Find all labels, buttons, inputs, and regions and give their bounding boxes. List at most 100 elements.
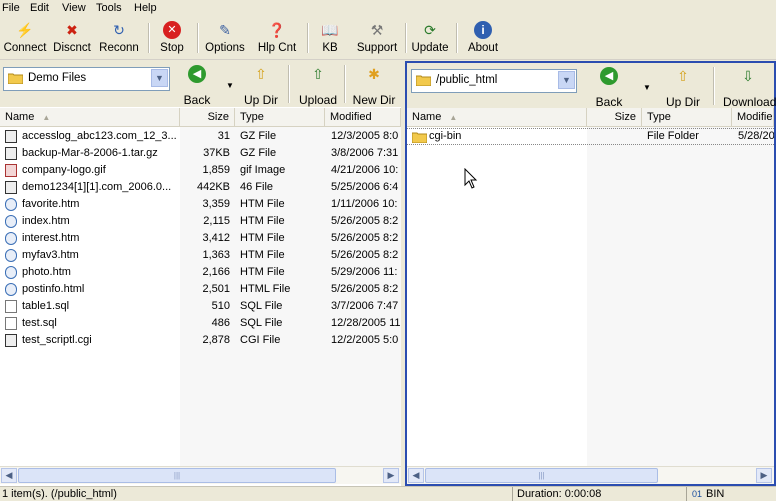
download-button[interactable]: ⇩ Download [723,65,776,109]
column-modified[interactable]: Modified [325,108,401,126]
toolbar-separator [288,65,290,103]
file-type: CGI File [240,334,281,346]
file-row[interactable]: company-logo.gif 1,859 gif Image 4/21/2006 … [0,162,401,179]
local-column-header: Name ▲ Size Type Modified [0,108,401,127]
toolbar-separator [405,23,407,53]
stop-icon: ✕ [163,21,181,39]
file-name: postinfo.html [22,283,85,295]
menu-view[interactable]: View [61,1,87,16]
options-button[interactable]: ✎ Options [204,19,246,57]
file-modified: 12/28/2005 11 [331,317,401,329]
scroll-left-icon[interactable]: ◀ [408,468,424,483]
mouse-cursor-icon [464,168,478,189]
status-duration: Duration: 0:00:08 [517,488,602,500]
sort-asc-icon: ▲ [42,113,51,122]
gz-file-icon [5,147,17,160]
file-name: test.sql [22,317,57,329]
disconnect-icon: ✖ [66,22,78,38]
file-size: 2,115 [203,215,230,227]
local-folder-select[interactable]: Demo Files ▼ [3,67,170,91]
back-dropdown-icon[interactable]: ▼ [643,83,651,92]
local-back-button[interactable]: ◀ Back [181,63,213,107]
support-button[interactable]: ⚒ Support [355,19,399,57]
file-name: demo1234[1][1].com_2006.0... [22,181,172,193]
file-row[interactable]: backup-Mar-8-2006-1.tar.gz 37KB GZ File 3/8… [0,145,401,162]
column-type[interactable]: Type [235,108,325,126]
scroll-right-icon[interactable]: ▶ [383,468,399,483]
size-column-shade [587,127,774,467]
menu-file[interactable]: File [1,1,21,16]
column-modified[interactable]: Modifie [732,108,774,126]
file-name: table1.sql [22,300,70,312]
chevron-down-icon[interactable]: ▼ [558,71,575,89]
local-pane: Demo Files ▼ ◀ Back ▼ ⇧ Up Dir ⇧ Upload … [0,61,401,486]
reconnect-button[interactable]: ↻ Reconn [96,19,142,57]
stop-button[interactable]: ✕ Stop [155,19,189,57]
chevron-down-icon[interactable]: ▼ [151,69,168,87]
help-center-button[interactable]: ❓ Hlp Cnt [256,19,298,57]
file-modified: 5/28/20 [738,130,774,142]
connect-icon: ⚡ [16,22,34,38]
toolbar-separator [148,23,150,53]
file-name: cgi-bin [429,130,462,142]
file-row[interactable]: index.htm 2,115 HTM File 5/26/2005 8:2 [0,213,401,230]
file-size: 1,859 [202,164,230,176]
file-row[interactable]: table1.sql 510 SQL File 3/7/2006 7:47 [0,298,401,315]
file-name: test_scriptl.cgi [22,334,92,346]
new-dir-button[interactable]: ✱ New Dir [352,63,396,107]
file-name: accesslog_abc123.com_12_3... [22,130,177,142]
file-row[interactable]: myfav3.htm 1,363 HTM File 5/26/2005 8:2 [0,247,401,264]
menu-bar: File Edit View Tools Help [0,0,776,17]
file-name: favorite.htm [22,198,80,210]
file-name: photo.htm [22,266,71,278]
scroll-thumb[interactable]: ||| [18,468,336,483]
file-row[interactable]: demo1234[1][1].com_2006.0... 442KB 46 File… [0,179,401,196]
file-row[interactable]: cgi-bin File Folder 5/28/20 [407,128,774,145]
back-dropdown-icon[interactable]: ▼ [226,81,234,90]
file-row[interactable]: accesslog_abc123.com_12_3... 31 GZ File 12/… [0,128,401,145]
update-button[interactable]: ⟳ Update [410,19,450,57]
about-button[interactable]: i About [465,19,501,57]
file-row[interactable]: photo.htm 2,166 HTM File 5/29/2006 11: [0,264,401,281]
main-toolbar: ⚡ Connect ✖ Discnct ↻ Reconn ✕ Stop ✎ Op… [0,17,776,60]
menu-tools[interactable]: Tools [95,1,123,16]
gz-file-icon [5,130,17,143]
file-row[interactable]: favorite.htm 3,359 HTM File 1/11/2006 10: [0,196,401,213]
column-name[interactable]: Name ▲ [407,108,587,126]
scroll-left-icon[interactable]: ◀ [1,468,17,483]
column-size[interactable]: Size [180,108,235,126]
htm-file-icon [5,266,17,279]
remote-folder-select[interactable]: /public_html ▼ [411,69,577,93]
toolbar-separator [197,23,199,53]
file-type: SQL File [240,317,283,329]
file-size: 2,501 [202,283,230,295]
local-updir-button[interactable]: ⇧ Up Dir [243,63,279,107]
remote-back-button[interactable]: ◀ Back [593,65,625,109]
file-row[interactable]: postinfo.html 2,501 HTML File 5/26/2005 8:2 [0,281,401,298]
file-modified: 3/7/2006 7:47 [331,300,399,312]
menu-help[interactable]: Help [133,1,158,16]
back-icon: ◀ [188,65,206,83]
upload-button[interactable]: ⇧ Upload [298,63,338,107]
file-size: 31 [217,130,230,142]
menu-edit[interactable]: Edit [29,1,50,16]
local-horizontal-scrollbar[interactable]: ◀ ||| ▶ [0,466,401,484]
file-modified: 5/26/2005 8:2 [331,283,399,295]
column-size[interactable]: Size [587,108,642,126]
remote-horizontal-scrollbar[interactable]: ◀ ||| ▶ [407,466,774,484]
connect-button[interactable]: ⚡ Connect [2,19,48,57]
kb-button[interactable]: 📖 KB [315,19,345,57]
download-icon: ⇩ [742,68,754,84]
column-name[interactable]: Name ▲ [0,108,180,126]
file-row[interactable]: test.sql 486 SQL File 12/28/2005 11 [0,315,401,332]
file-modified: 4/21/2006 10: [331,164,399,176]
file-row[interactable]: interest.htm 3,412 HTM File 5/26/2005 8:2 [0,230,401,247]
remote-file-list: cgi-bin File Folder 5/28/20 [407,128,774,145]
scroll-thumb[interactable]: ||| [425,468,658,483]
column-type[interactable]: Type [642,108,732,126]
disconnect-button[interactable]: ✖ Discnct [51,19,93,57]
scroll-right-icon[interactable]: ▶ [756,468,772,483]
file-row[interactable]: test_scriptl.cgi 2,878 CGI File 12/2/2005 5… [0,332,401,349]
remote-updir-button[interactable]: ⇧ Up Dir [665,65,701,109]
back-icon: ◀ [600,67,618,85]
